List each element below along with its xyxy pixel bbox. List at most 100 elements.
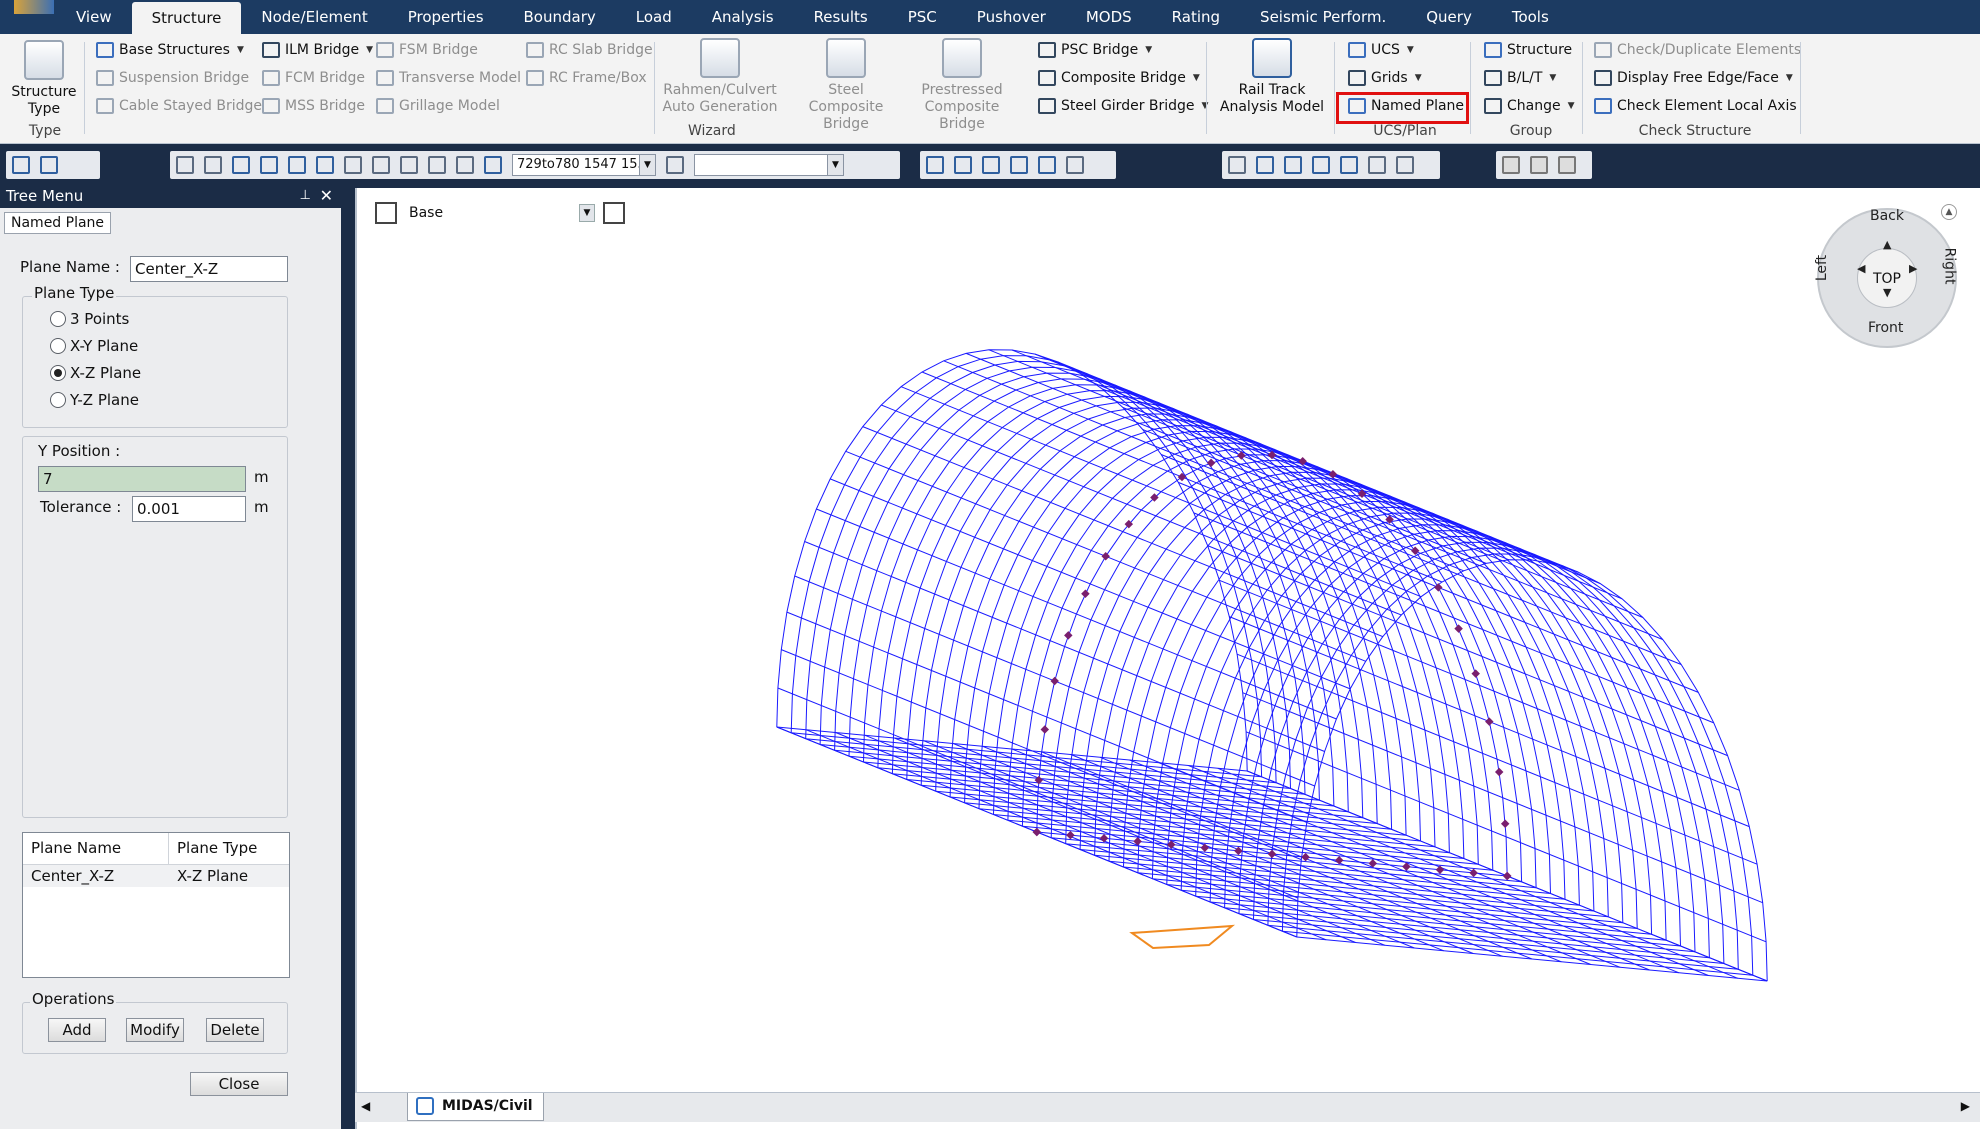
- undo-icon[interactable]: [12, 156, 30, 174]
- zoom-fit-icon[interactable]: [1228, 156, 1246, 174]
- steel-girder-bridge-button[interactable]: Steel Girder Bridge ▼: [1038, 96, 1208, 116]
- select-intersect-icon[interactable]: [316, 156, 334, 174]
- menu-results[interactable]: Results: [794, 0, 888, 34]
- close-button[interactable]: Close: [190, 1072, 288, 1096]
- fcm-bridge-button[interactable]: FCM Bridge: [262, 68, 365, 88]
- menu-load[interactable]: Load: [616, 0, 692, 34]
- invert-activation-icon[interactable]: [982, 156, 1000, 174]
- display-free-edge-button[interactable]: Display Free Edge/Face ▼: [1594, 68, 1793, 88]
- rotate-up-icon[interactable]: ▲: [1883, 238, 1891, 251]
- menu-analysis[interactable]: Analysis: [692, 0, 794, 34]
- rc-frame-box-button[interactable]: RC Frame/Box: [526, 68, 647, 88]
- activate-all-icon[interactable]: [1010, 156, 1028, 174]
- psc-bridge-button[interactable]: PSC Bridge ▼: [1038, 40, 1152, 60]
- unselect-all-icon[interactable]: [456, 156, 474, 174]
- grillage-model-button[interactable]: Grillage Model: [376, 96, 500, 116]
- view-cube-right[interactable]: Right: [1941, 248, 1957, 285]
- pin-icon[interactable]: ⊥: [300, 184, 311, 208]
- menu-psc[interactable]: PSC: [888, 0, 957, 34]
- tree-icon[interactable]: [204, 156, 222, 174]
- view-iso-icon[interactable]: [1284, 156, 1302, 174]
- view-cube-front[interactable]: Front: [1868, 320, 1903, 336]
- delete-button[interactable]: Delete: [206, 1018, 264, 1042]
- menu-view[interactable]: View: [56, 0, 132, 34]
- rahmen-culvert-button[interactable]: Rahmen/Culvert Auto Generation: [660, 38, 780, 116]
- transverse-model-button[interactable]: Transverse Model: [376, 68, 521, 88]
- menu-pushover[interactable]: Pushover: [957, 0, 1066, 34]
- inactivate-icon[interactable]: [954, 156, 972, 174]
- tab-scroll-right-icon[interactable]: ▶: [1961, 1099, 1970, 1113]
- element-number-select[interactable]: 729to780 1547 155: ▼: [512, 154, 656, 176]
- structure-type-button[interactable]: Structure Type: [8, 40, 80, 118]
- radio-xy-plane[interactable]: X-Y Plane: [50, 337, 138, 355]
- view-display-icon[interactable]: [1340, 156, 1358, 174]
- prestressed-composite-bridge-button[interactable]: Prestressed Composite Bridge: [902, 38, 1022, 133]
- unselect-window-icon[interactable]: [428, 156, 446, 174]
- rail-track-analysis-button[interactable]: Rail Track Analysis Model: [1212, 38, 1332, 116]
- view-left-icon[interactable]: [1256, 156, 1274, 174]
- col-plane-type[interactable]: Plane Type: [169, 833, 289, 864]
- col-plane-name[interactable]: Plane Name: [23, 833, 169, 864]
- unlock-icon[interactable]: [1530, 156, 1548, 174]
- list-item[interactable]: Center_X-Z X-Z Plane: [23, 865, 289, 887]
- radio-yz-plane[interactable]: Y-Z Plane: [50, 391, 139, 409]
- menu-boundary[interactable]: Boundary: [504, 0, 616, 34]
- composite-bridge-button[interactable]: Composite Bridge ▼: [1038, 68, 1200, 88]
- redo-icon[interactable]: [40, 156, 58, 174]
- check-duplicate-elements-button[interactable]: Check/Duplicate Elements: [1594, 40, 1801, 60]
- snap-icon[interactable]: [176, 156, 194, 174]
- view-cube-back[interactable]: Back: [1870, 208, 1904, 224]
- app-logo-icon[interactable]: [0, 0, 56, 34]
- base-structures-button[interactable]: Base Structures ▼: [96, 40, 244, 60]
- check-element-local-axis-button[interactable]: Check Element Local Axis: [1594, 96, 1797, 116]
- view-cube-left[interactable]: Left: [1814, 255, 1830, 281]
- y-position-input[interactable]: 7: [38, 466, 246, 492]
- splitter[interactable]: [341, 184, 355, 1129]
- lock-icon[interactable]: [1558, 156, 1576, 174]
- modify-button[interactable]: Modify: [126, 1018, 184, 1042]
- menu-tools[interactable]: Tools: [1492, 0, 1569, 34]
- ilm-bridge-button[interactable]: ILM Bridge ▼: [262, 40, 373, 60]
- cable-stayed-bridge-button[interactable]: Cable Stayed Bridge: [96, 96, 262, 116]
- menu-query[interactable]: Query: [1406, 0, 1492, 34]
- change-group-button[interactable]: Change ▼: [1484, 96, 1575, 116]
- steel-composite-bridge-button[interactable]: Steel Composite Bridge: [790, 38, 902, 133]
- fsm-bridge-button[interactable]: FSM Bridge: [376, 40, 478, 60]
- tab-scroll-left-icon[interactable]: ◀: [361, 1099, 370, 1113]
- previous-activation-icon[interactable]: [1066, 156, 1084, 174]
- menu-properties[interactable]: Properties: [388, 0, 504, 34]
- rotate-left-icon[interactable]: ◀: [1857, 262, 1865, 275]
- tab-named-plane[interactable]: Named Plane: [4, 212, 112, 234]
- copy-icon[interactable]: [1502, 156, 1520, 174]
- view-cube-menu-icon[interactable]: ▲: [1941, 204, 1957, 220]
- blt-group-button[interactable]: B/L/T ▼: [1484, 68, 1556, 88]
- rotate-down-icon[interactable]: ▼: [1883, 286, 1891, 299]
- mss-bridge-button[interactable]: MSS Bridge: [262, 96, 365, 116]
- model-viewport[interactable]: Base ▼ TOP Back Front Left Right ▲ ▼ ◀ ▶ …: [355, 188, 1980, 1129]
- select-window-icon[interactable]: [260, 156, 278, 174]
- rotate-right-icon[interactable]: ▶: [1909, 262, 1917, 275]
- view-front-icon[interactable]: [1312, 156, 1330, 174]
- plane-name-input[interactable]: Center_X-Z: [130, 256, 288, 282]
- pointer-icon[interactable]: [484, 156, 502, 174]
- radio-xz-plane[interactable]: X-Z Plane: [50, 364, 141, 382]
- radio-3-points[interactable]: 3 Points: [50, 310, 129, 328]
- suspension-bridge-button[interactable]: Suspension Bridge: [96, 68, 249, 88]
- menu-structure[interactable]: Structure: [131, 2, 242, 34]
- element-number-icon[interactable]: [1396, 156, 1414, 174]
- node-number-icon[interactable]: [1368, 156, 1386, 174]
- select-volume-icon[interactable]: [372, 156, 390, 174]
- tolerance-input[interactable]: 0.001: [132, 496, 246, 522]
- tab-midas-civil[interactable]: MIDAS/Civil: [407, 1093, 544, 1121]
- ucs-button[interactable]: UCS ▼: [1348, 40, 1414, 60]
- secondary-select[interactable]: ▼: [694, 154, 844, 176]
- structure-group-button[interactable]: Structure: [1484, 40, 1572, 60]
- select-icon[interactable]: [232, 156, 250, 174]
- close-icon[interactable]: ✕: [320, 184, 333, 208]
- select-polygon-icon[interactable]: [288, 156, 306, 174]
- menu-rating[interactable]: Rating: [1152, 0, 1240, 34]
- activate-identity-icon[interactable]: [1038, 156, 1056, 174]
- menu-mods[interactable]: MODS: [1066, 0, 1152, 34]
- deselect-icon[interactable]: [400, 156, 418, 174]
- plane-list[interactable]: Plane Name Plane Type Center_X-Z X-Z Pla…: [22, 832, 290, 978]
